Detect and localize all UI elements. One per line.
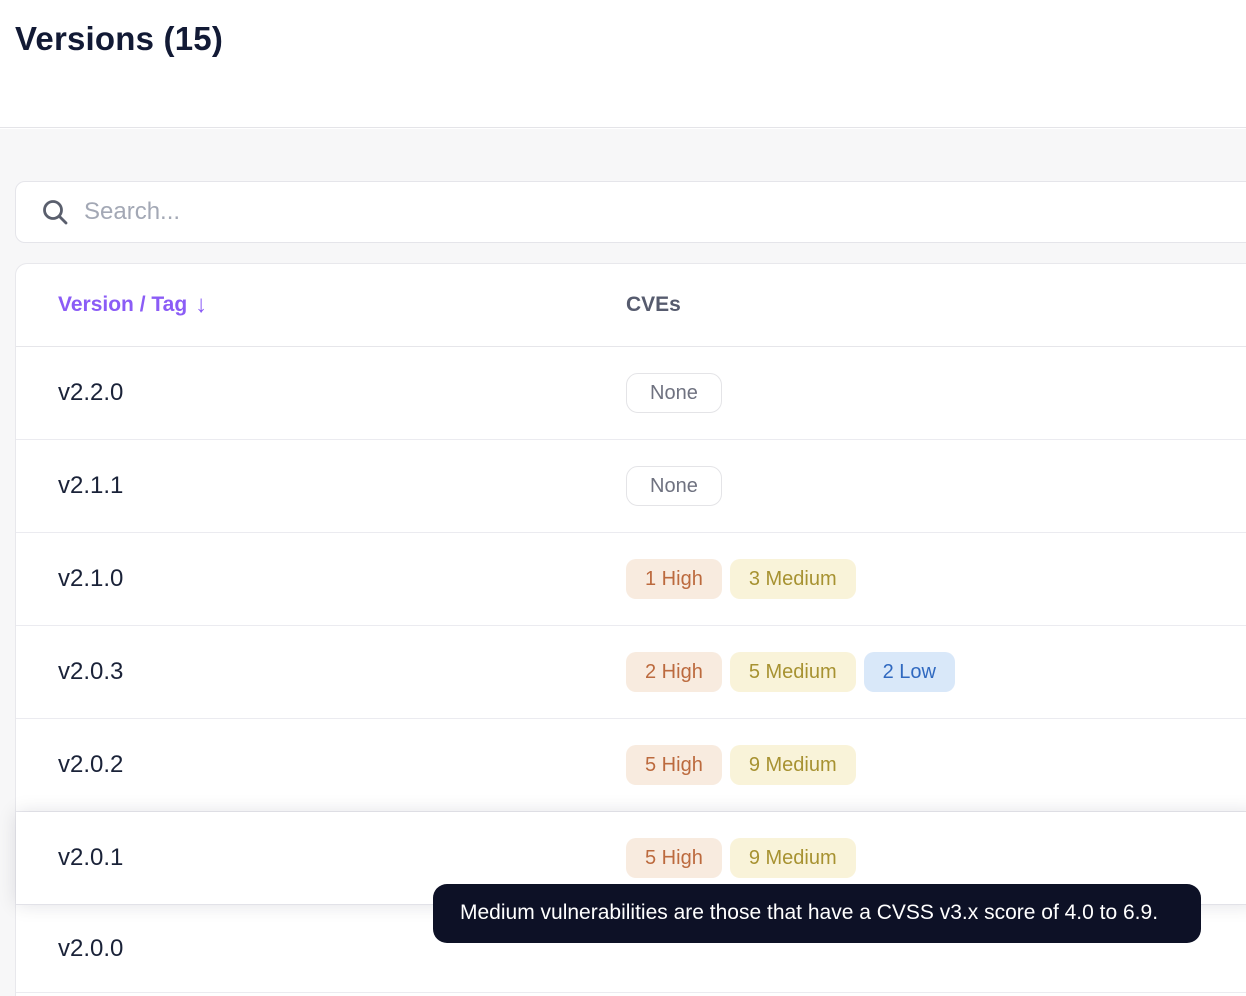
cves-cell: 2 High 5 Medium 2 Low — [626, 652, 1246, 692]
cve-badge-high[interactable]: 2 High — [626, 652, 722, 692]
table-row[interactable]: v2.0.2 5 High 9 Medium — [16, 719, 1246, 812]
cves-cell: 1 High 3 Medium — [626, 559, 1246, 599]
cves-cell: None — [626, 373, 1246, 413]
column-header-version-tag[interactable]: Version / Tag ↓ — [58, 293, 626, 317]
cve-badge-medium[interactable]: 5 Medium — [729, 652, 856, 692]
tooltip-text: Medium vulnerabilities are those that ha… — [460, 901, 1159, 924]
cves-cell: 5 High 9 Medium — [626, 838, 1246, 878]
search-input[interactable] — [84, 198, 1246, 226]
cve-badge-medium[interactable]: 9 Medium — [729, 745, 856, 785]
search-icon — [43, 200, 68, 225]
column-header-cves: CVEs — [626, 293, 681, 316]
version-label: v2.1.1 — [58, 472, 124, 499]
version-label: v2.0.1 — [58, 844, 124, 871]
table-row[interactable]: v2.2.0 None — [16, 347, 1246, 440]
cve-badge-high[interactable]: 1 High — [626, 559, 722, 599]
cve-badge-low[interactable]: 2 Low — [863, 652, 955, 692]
cves-cell: None — [626, 466, 1246, 506]
medium-cve-tooltip: Medium vulnerabilities are those that ha… — [433, 884, 1201, 943]
page-header: Versions (15) — [0, 0, 1246, 128]
table-row[interactable]: v2.0.3 2 High 5 Medium 2 Low — [16, 626, 1246, 719]
cve-badge-medium[interactable]: 9 Medium — [729, 838, 856, 878]
cve-badge-medium[interactable]: 3 Medium — [729, 559, 856, 599]
version-label: v2.0.2 — [58, 751, 124, 778]
version-label: v2.1.0 — [58, 565, 124, 592]
arrow-down-icon: ↓ — [195, 291, 208, 318]
versions-page: Versions (15) Version / Tag ↓ CVEs v2.2.… — [0, 0, 1246, 996]
table-row[interactable]: v2.1.1 None — [16, 440, 1246, 533]
version-label: v2.2.0 — [58, 379, 124, 406]
version-label: v2.0.3 — [58, 658, 124, 685]
cve-badge-high[interactable]: 5 High — [626, 745, 722, 785]
page-title: Versions (15) — [15, 20, 224, 57]
cves-cell: 5 High 9 Medium — [626, 745, 1246, 785]
table-row[interactable]: v2.1.0 1 High 3 Medium — [16, 533, 1246, 626]
cve-badge-none[interactable]: None — [626, 373, 722, 413]
table-header-row: Version / Tag ↓ CVEs — [16, 264, 1246, 347]
column-header-version-tag-label: Version / Tag — [58, 293, 188, 316]
search-box[interactable] — [15, 181, 1246, 243]
content-area: Version / Tag ↓ CVEs v2.2.0 None v2.1.1 Non… — [0, 129, 1246, 996]
cve-badge-high[interactable]: 5 High — [626, 838, 722, 878]
cve-badge-none[interactable]: None — [626, 466, 722, 506]
